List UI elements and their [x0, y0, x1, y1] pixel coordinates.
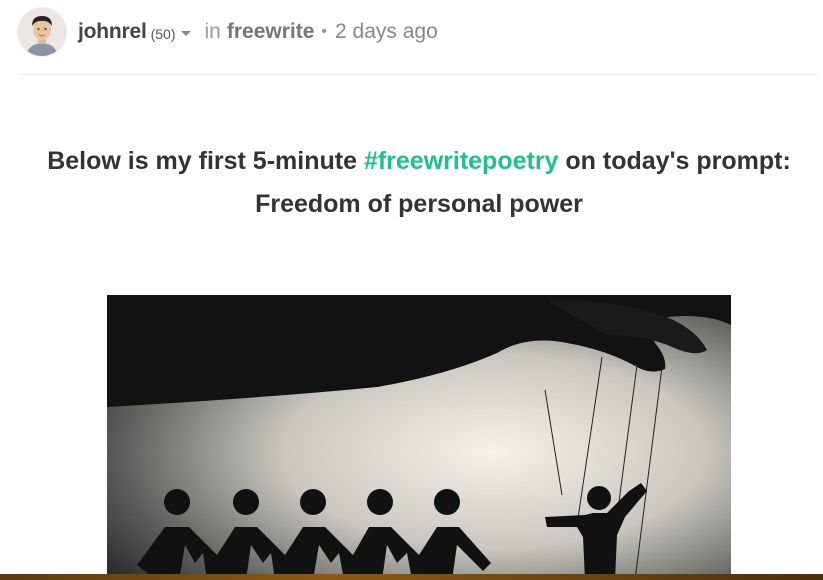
post-timestamp[interactable]: 2 days ago [335, 20, 438, 44]
avatar[interactable] [18, 8, 66, 56]
avatar-image [18, 8, 66, 56]
community-link[interactable]: freewrite [227, 20, 315, 44]
heading-text-start: Below is my first 5-minute [47, 147, 364, 175]
author-name[interactable]: johnrel [78, 20, 147, 44]
separator-dot: • [321, 23, 328, 40]
in-label: in [204, 20, 221, 43]
puppet-illustration [107, 295, 731, 580]
post-heading: Below is my first 5-minute #freewritepoe… [0, 140, 823, 226]
author-reputation: (50) [150, 26, 176, 42]
post-header: johnrel (50) in freewrite • 2 days ago [18, 8, 438, 56]
heading-line-2: Freedom of personal power [255, 190, 583, 218]
header-divider [20, 74, 818, 75]
post-image[interactable] [107, 295, 731, 580]
hashtag-link[interactable]: #freewritepoetry [364, 147, 559, 175]
chevron-down-icon[interactable] [180, 30, 191, 36]
heading-line-1: Below is my first 5-minute #freewritepoe… [0, 140, 823, 183]
heading-text-end: on today's prompt: [558, 147, 791, 175]
post-page: johnrel (50) in freewrite • 2 days ago B… [0, 0, 823, 580]
bottom-strip [0, 574, 823, 580]
